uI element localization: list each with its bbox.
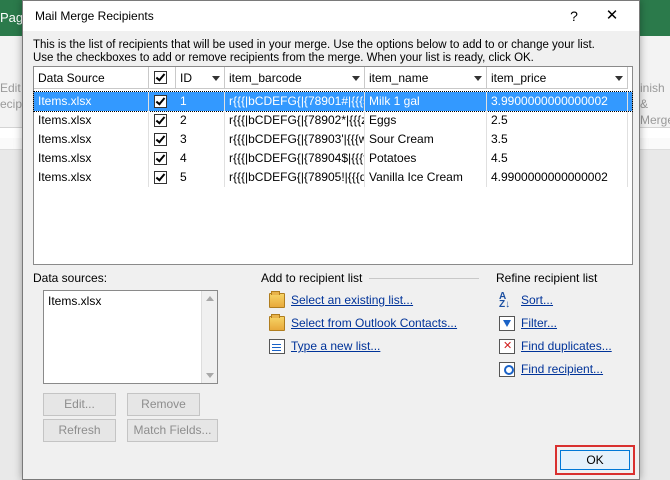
add-to-list-label: Add to recipient list — [261, 271, 363, 285]
cell-item-name: Potatoes — [365, 149, 487, 168]
refine-list-label: Refine recipient list — [496, 271, 598, 285]
cell-data-source: Items.xlsx — [34, 92, 149, 111]
search-icon — [499, 362, 515, 377]
chevron-down-icon[interactable] — [474, 76, 482, 81]
header-item-barcode[interactable]: item_barcode — [225, 67, 365, 89]
help-button[interactable]: ? — [563, 5, 585, 27]
data-sources-list[interactable]: Items.xlsx — [43, 290, 218, 384]
cell-item-name: Eggs — [365, 111, 487, 130]
cell-item-name: Sour Cream — [365, 130, 487, 149]
cell-id: 2 — [176, 111, 225, 130]
row-checkbox[interactable] — [154, 114, 167, 127]
match-fields-button[interactable]: Match Fields... — [127, 419, 218, 442]
cell-barcode: r{{{|bCDEFG{|{78902*|{{{z — [225, 111, 365, 130]
cell-item-name: Milk 1 gal — [365, 92, 487, 111]
edit-button[interactable]: Edit... — [43, 393, 116, 416]
ok-highlight: OK — [555, 445, 635, 475]
cell-item-price: 3.9900000000000002 — [487, 92, 628, 111]
recipients-grid: Data Source ID item_barcode item_name it… — [33, 66, 633, 265]
header-item-name[interactable]: item_name — [365, 67, 487, 89]
row-checkbox[interactable] — [154, 152, 167, 165]
check-icon — [155, 171, 166, 182]
check-icon — [155, 95, 166, 106]
cell-barcode: r{{{|bCDEFG{|{78901#|{{{s — [225, 92, 365, 111]
cell-data-source: Items.xlsx — [34, 111, 149, 130]
chevron-down-icon[interactable] — [615, 76, 623, 81]
duplicates-icon — [499, 339, 515, 354]
folder-icon — [269, 291, 285, 308]
grid-header: Data Source ID item_barcode item_name it… — [34, 67, 632, 89]
data-sources-label: Data sources: — [33, 271, 108, 285]
filter-icon — [499, 316, 515, 331]
table-row[interactable]: Items.xlsx 4 r{{{|bCDEFG{|{78904$|{{{t P… — [34, 149, 632, 168]
check-icon — [155, 114, 166, 125]
check-icon — [155, 152, 166, 163]
cell-item-price: 2.5 — [487, 111, 628, 130]
sort-icon: A Z↓ — [499, 291, 511, 310]
check-icon — [155, 133, 166, 144]
table-row[interactable]: Items.xlsx 2 r{{{|bCDEFG{|{78902*|{{{z E… — [34, 111, 632, 130]
scrollbar[interactable] — [201, 291, 217, 383]
chevron-up-icon[interactable] — [206, 296, 214, 301]
cell-data-source: Items.xlsx — [34, 149, 149, 168]
cell-id: 5 — [176, 168, 225, 187]
table-row[interactable]: Items.xlsx 1 r{{{|bCDEFG{|{78901#|{{{s M… — [33, 91, 633, 112]
chevron-down-icon[interactable] — [212, 76, 220, 81]
chevron-down-icon[interactable] — [206, 373, 214, 378]
new-list-icon — [269, 339, 285, 354]
row-checkbox[interactable] — [154, 133, 167, 146]
header-id[interactable]: ID — [176, 67, 225, 89]
cell-data-source: Items.xlsx — [34, 130, 149, 149]
row-checkbox[interactable] — [154, 171, 167, 184]
dialog-titlebar: Mail Merge Recipients ? ✕ — [23, 1, 639, 31]
table-row[interactable]: Items.xlsx 3 r{{{|bCDEFG{|{78903'|{{{w S… — [34, 130, 632, 149]
cell-item-price: 4.9900000000000002 — [487, 168, 628, 187]
table-row[interactable]: Items.xlsx 5 r{{{|bCDEFG{|{78905!|{{{q V… — [34, 168, 632, 187]
ok-button[interactable]: OK — [560, 450, 630, 470]
cell-item-price: 4.5 — [487, 149, 628, 168]
cell-item-name: Vanilla Ice Cream — [365, 168, 487, 187]
folder-icon — [269, 314, 285, 331]
row-checkbox[interactable] — [154, 95, 167, 108]
intro-text: This is the list of recipients that will… — [33, 39, 595, 64]
cell-barcode: r{{{|bCDEFG{|{78904$|{{{t — [225, 149, 365, 168]
cell-data-source: Items.xlsx — [34, 168, 149, 187]
finish-merge-button[interactable]: inish & Merge — [640, 80, 670, 128]
check-icon — [155, 71, 166, 82]
header-data-source[interactable]: Data Source — [34, 67, 149, 89]
dialog-title: Mail Merge Recipients — [35, 9, 154, 23]
cell-item-price: 3.5 — [487, 130, 628, 149]
header-item-price[interactable]: item_price — [487, 67, 628, 89]
header-select-all[interactable] — [149, 67, 176, 89]
list-item[interactable]: Items.xlsx — [48, 294, 101, 308]
cell-barcode: r{{{|bCDEFG{|{78905!|{{{q — [225, 168, 365, 187]
divider — [369, 278, 479, 279]
remove-button[interactable]: Remove — [127, 393, 200, 416]
mail-merge-recipients-dialog: Mail Merge Recipients ? ✕ This is the li… — [22, 0, 640, 480]
close-button[interactable]: ✕ — [597, 5, 627, 27]
cell-id: 3 — [176, 130, 225, 149]
cell-barcode: r{{{|bCDEFG{|{78903'|{{{w — [225, 130, 365, 149]
cell-id: 4 — [176, 149, 225, 168]
refresh-button[interactable]: Refresh — [43, 419, 116, 442]
chevron-down-icon[interactable] — [352, 76, 360, 81]
cell-id: 1 — [176, 92, 225, 111]
select-all-checkbox[interactable] — [154, 71, 167, 84]
